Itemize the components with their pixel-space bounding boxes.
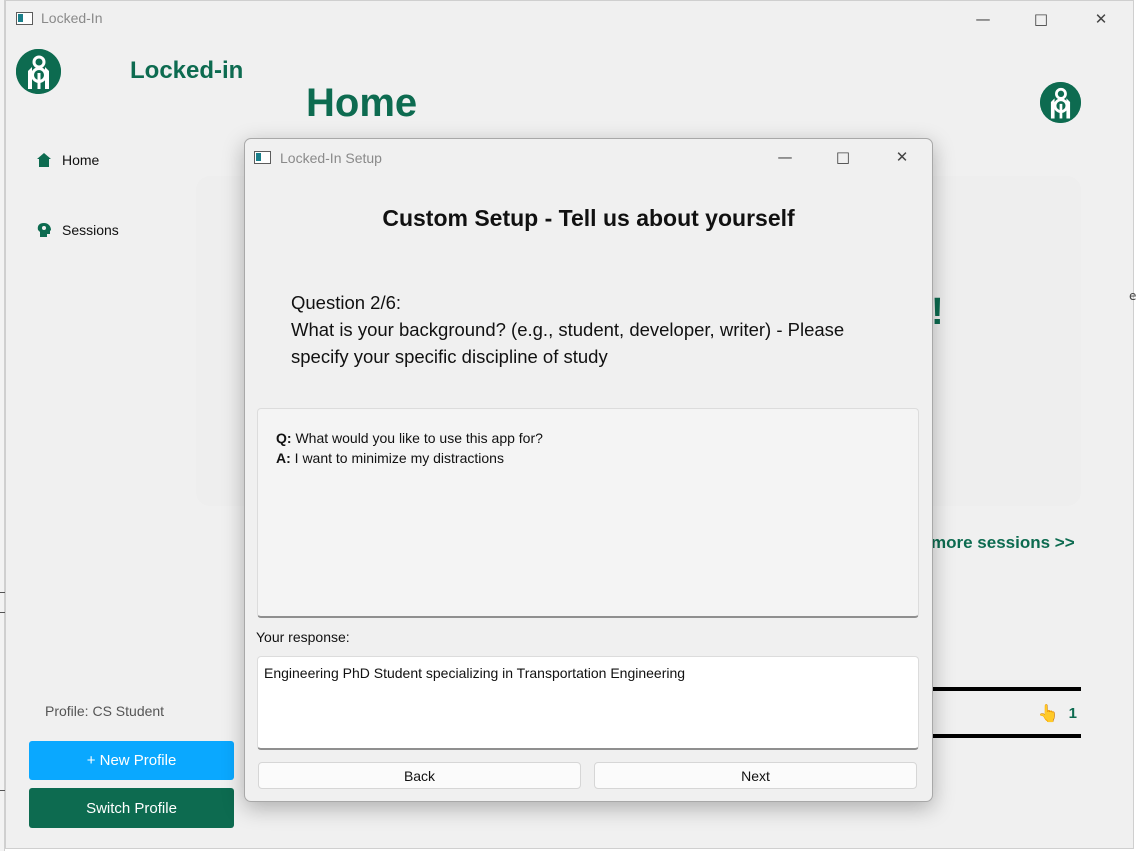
maximize-icon[interactable]: □ (1018, 6, 1064, 32)
dialog-title: Locked-In Setup (280, 150, 382, 166)
sidebar-item-label: Sessions (62, 222, 119, 238)
close-icon[interactable]: ✕ (1078, 6, 1124, 32)
history-question: Q: What would you like to use this app f… (276, 428, 900, 448)
home-icon (37, 153, 51, 167)
main-titlebar: Locked-In — □ ✕ (6, 1, 1133, 37)
session-count: 1 (1068, 705, 1077, 722)
sidebar-item-home[interactable]: Home (36, 152, 99, 168)
answer-history: Q: What would you like to use this app f… (257, 408, 919, 618)
question-prompt: Question 2/6: What is your background? (… (291, 289, 891, 370)
profile-label: Profile: CS Student (45, 703, 165, 719)
question-number: Question 2/6: (291, 292, 402, 313)
setup-dialog: Locked-In Setup — □ ✕ Custom Setup - Tel… (244, 138, 933, 802)
next-button[interactable]: Next (594, 762, 917, 789)
profile-logo-icon[interactable] (1040, 82, 1081, 123)
app-window-icon (16, 12, 33, 25)
app-logo-icon (16, 49, 61, 94)
sidebar-item-sessions[interactable]: Sessions (36, 222, 119, 238)
table-row: 👆 1 (931, 691, 1081, 736)
question-text: What is your background? (e.g., student,… (291, 319, 845, 367)
brand-name: Locked-in (130, 57, 244, 84)
response-label: Your response: (256, 629, 350, 645)
pointing-hand-icon: 👆 (1037, 703, 1059, 724)
dialog-heading: Custom Setup - Tell us about yourself (382, 205, 795, 231)
answer-label: A: (276, 450, 291, 466)
minimize-icon[interactable]: — (960, 6, 1006, 32)
minimize-icon[interactable]: — (762, 144, 808, 170)
main-window-title: Locked-In (41, 10, 103, 26)
more-sessions-link[interactable]: more sessions >> (931, 533, 1075, 553)
dialog-window-icon (254, 151, 271, 164)
edge-text-fragment: e (1129, 289, 1136, 303)
close-icon[interactable]: ✕ (879, 144, 925, 170)
history-answer-text: I want to minimize my distractions (294, 450, 504, 466)
response-input[interactable]: Engineering PhD Student specializing in … (257, 656, 919, 750)
question-label: Q: (276, 430, 292, 446)
history-answer: A: I want to minimize my distractions (276, 448, 900, 468)
page-title: Home (306, 81, 418, 125)
sidebar-item-label: Home (62, 152, 100, 168)
maximize-icon[interactable]: □ (820, 144, 866, 170)
back-button[interactable]: Back (258, 762, 581, 789)
new-profile-button[interactable]: + New Profile (29, 741, 234, 780)
brain-icon (37, 223, 51, 237)
switch-profile-button[interactable]: Switch Profile (29, 788, 234, 828)
table-divider (931, 734, 1081, 738)
history-question-text: What would you like to use this app for? (295, 430, 543, 446)
